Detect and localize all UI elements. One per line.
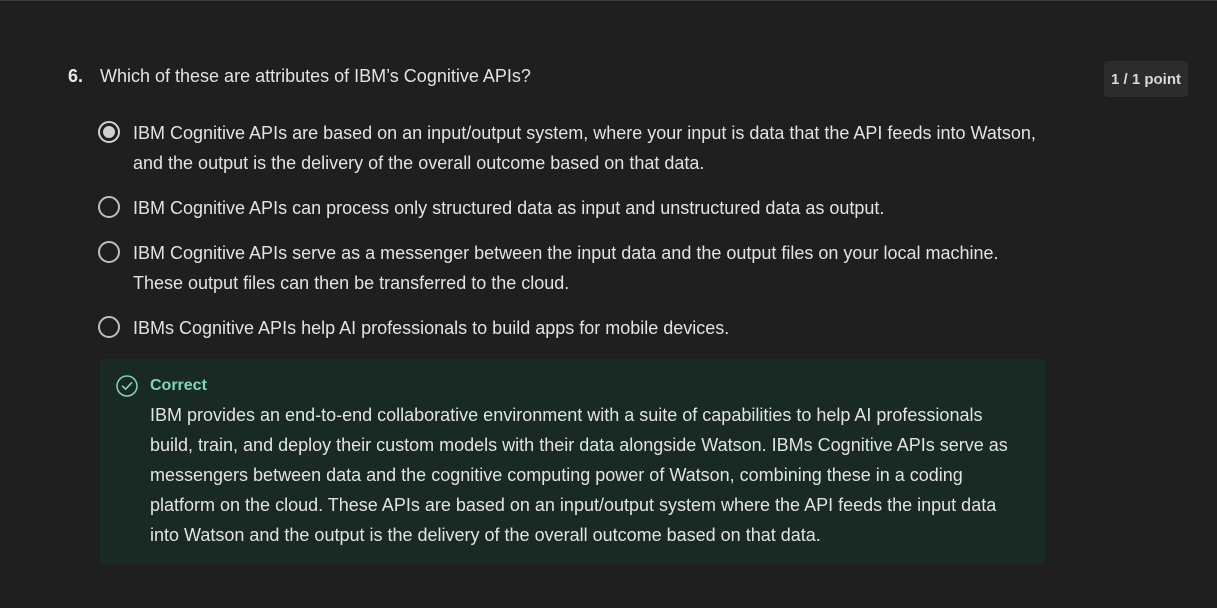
answer-option-1[interactable]: IBM Cognitive APIs are based on an input… bbox=[98, 118, 1058, 178]
check-circle-icon bbox=[116, 375, 138, 397]
feedback-status: Correct bbox=[150, 377, 207, 394]
top-divider bbox=[0, 0, 1217, 4]
answer-option-2[interactable]: IBM Cognitive APIs can process only stru… bbox=[98, 193, 1058, 223]
answer-option-label: IBM Cognitive APIs are based on an input… bbox=[133, 123, 1036, 173]
answer-option-label: IBM Cognitive APIs can process only stru… bbox=[133, 198, 885, 218]
radio-unselected-icon[interactable] bbox=[98, 316, 120, 338]
answer-option-label: IBMs Cognitive APIs help AI professional… bbox=[133, 318, 730, 338]
feedback-header: Correct bbox=[116, 373, 1027, 399]
quiz-page: 6. Which of these are attributes of IBM’… bbox=[0, 0, 1217, 608]
radio-unselected-icon[interactable] bbox=[98, 196, 120, 218]
answer-options: IBM Cognitive APIs are based on an input… bbox=[98, 118, 1058, 358]
feedback-panel: Correct IBM provides an end-to-end colla… bbox=[100, 359, 1045, 564]
radio-selected-icon[interactable] bbox=[98, 121, 120, 143]
feedback-explanation: IBM provides an end-to-end collaborative… bbox=[150, 405, 1008, 545]
score-badge: 1 / 1 point bbox=[1104, 61, 1188, 97]
answer-option-4[interactable]: IBMs Cognitive APIs help AI professional… bbox=[98, 313, 1058, 343]
question-text: Which of these are attributes of IBM’s C… bbox=[100, 66, 531, 86]
answer-option-label: IBM Cognitive APIs serve as a messenger … bbox=[133, 243, 999, 293]
question-number: 6. bbox=[68, 66, 84, 86]
answer-option-3[interactable]: IBM Cognitive APIs serve as a messenger … bbox=[98, 238, 1058, 298]
radio-unselected-icon[interactable] bbox=[98, 241, 120, 263]
question-header: 6. Which of these are attributes of IBM’… bbox=[68, 63, 531, 89]
